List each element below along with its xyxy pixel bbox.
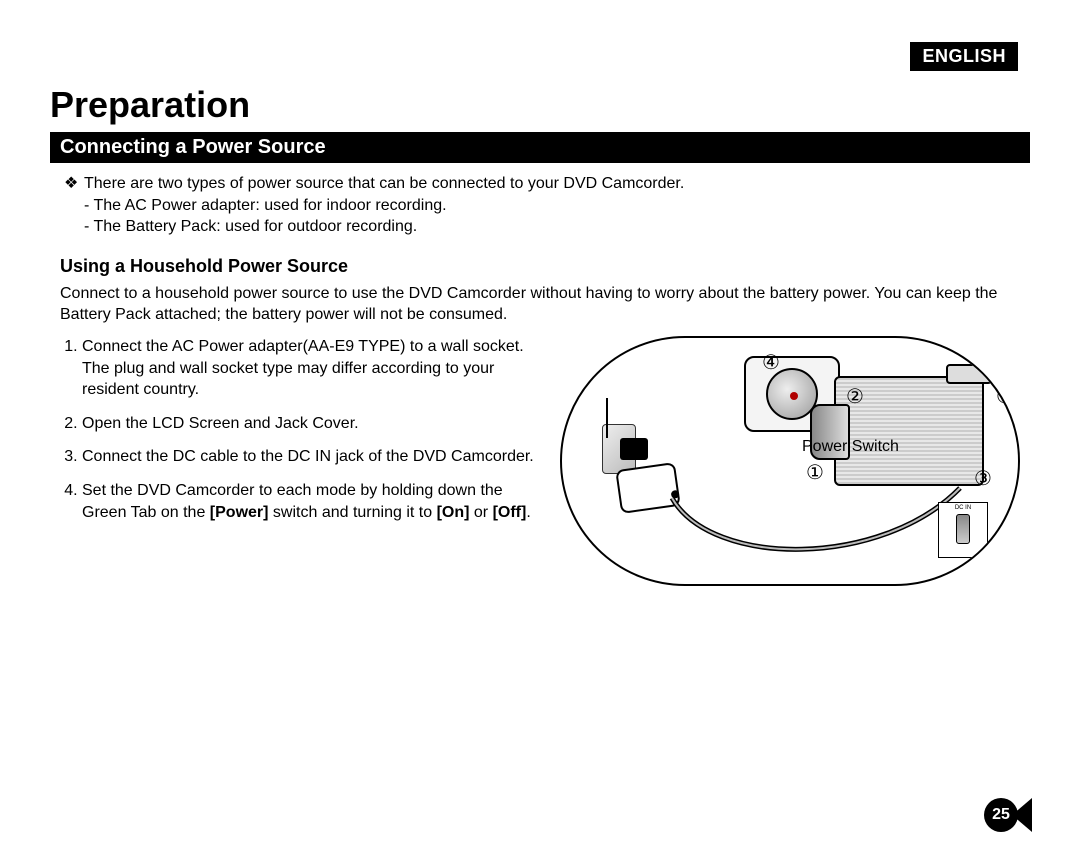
step-1a: Connect the AC Power adapter(AA-E9 TYPE)… [82,338,524,355]
content-columns: Connect the AC Power adapter(AA-E9 TYPE)… [50,336,1030,586]
step-4-power: [Power] [210,504,269,521]
section-heading: Connecting a Power Source [50,132,1030,163]
step-2: Open the LCD Screen and Jack Cover. [82,413,542,435]
power-connection-diagram: DC IN ④ ② ② Power Switch ① ③ [560,336,1020,586]
page-number-badge: 25 [984,798,1018,832]
intro-block: There are two types of power source that… [60,173,1020,238]
step-4g: . [526,504,530,521]
diagram-column: DC IN ④ ② ② Power Switch ① ③ [560,336,1020,586]
sub-paragraph: Connect to a household power source to u… [50,283,1030,336]
callout-1: ① [806,460,824,485]
sub-heading: Using a Household Power Source [50,256,1030,277]
intro-sub-b: The Battery Pack: used for outdoor recor… [84,216,1020,238]
intro-bullet: There are two types of power source that… [84,173,1020,195]
callout-2-left: ② [846,384,864,409]
language-badge: ENGLISH [910,42,1018,71]
dc-in-label: DC IN [955,505,971,511]
step-1: Connect the AC Power adapter(AA-E9 TYPE)… [82,336,542,401]
callout-4: ④ [762,350,780,375]
step-4-off: [Off] [493,504,527,521]
intro-sub-a: The AC Power adapter: used for indoor re… [84,195,1020,217]
dc-in-inset: DC IN [938,502,988,558]
step-4-on: [On] [437,504,470,521]
callout-line-icon [606,398,608,438]
callout-2-right: ② [996,384,1014,409]
step-1b: The plug and wall socket type may differ… [82,360,494,399]
step-4: Set the DVD Camcorder to each mode by ho… [82,480,542,523]
step-4e: or [469,504,492,521]
camcorder-viewfinder-icon [946,364,992,384]
chapter-title: Preparation [50,84,1030,126]
manual-page: ENGLISH Preparation Connecting a Power S… [0,0,1080,866]
dc-jack-icon [956,514,970,544]
callout-3: ③ [974,466,992,491]
steps-column: Connect the AC Power adapter(AA-E9 TYPE)… [60,336,542,586]
step-4c: switch and turning it to [268,504,436,521]
power-switch-label: Power Switch [802,438,899,456]
step-3: Connect the DC cable to the DC IN jack o… [82,446,542,468]
